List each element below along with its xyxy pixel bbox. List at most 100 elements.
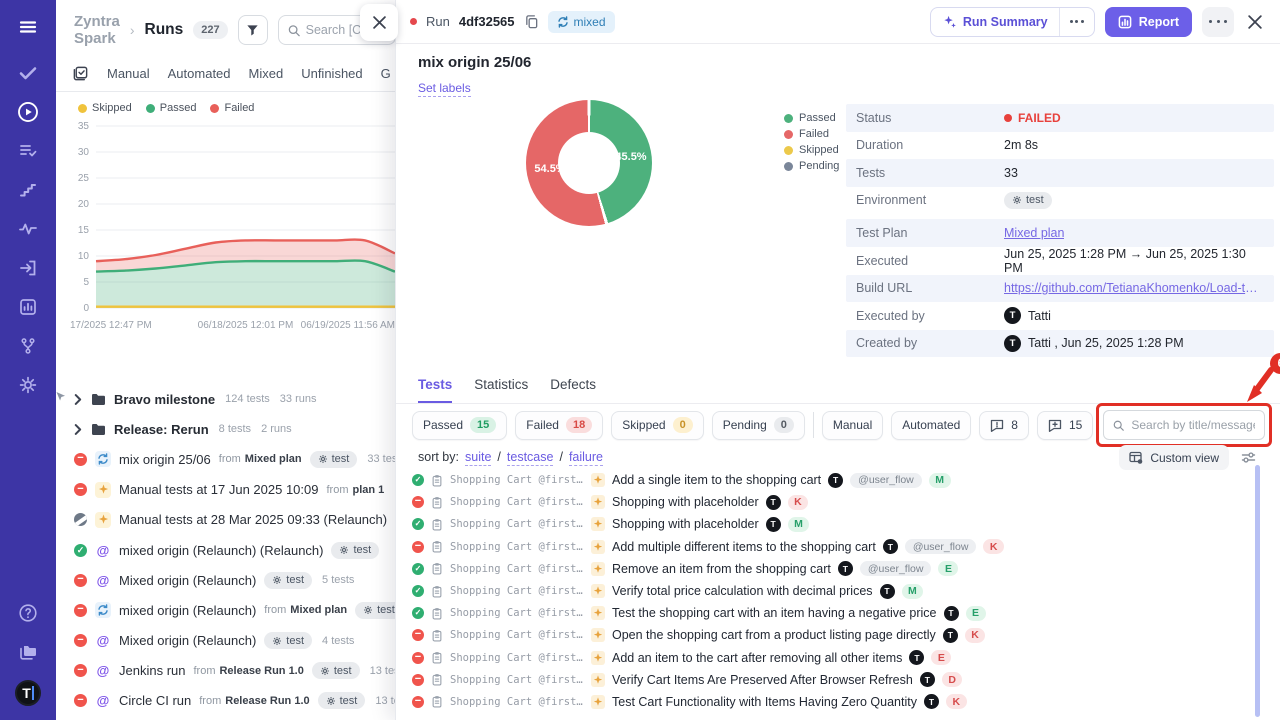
plan-name[interactable]: Release Run 1.0: [225, 695, 309, 707]
test-row[interactable]: Shopping Cart @first… Add multiple diffe…: [412, 536, 1252, 558]
plan-name[interactable]: Mixed plan: [290, 604, 347, 616]
run-title[interactable]: Mixed origin (Relaunch): [119, 633, 256, 648]
test-suite[interactable]: Shopping Cart @first…: [450, 629, 584, 641]
test-row[interactable]: Shopping Cart @first… Verify Cart Items …: [412, 669, 1252, 691]
run-row[interactable]: Manual tests at 28 Mar 2025 09:33 (Relau…: [56, 505, 408, 535]
run-row[interactable]: mix origin 25/06 fromMixed plan test 33 …: [56, 444, 408, 474]
chevron-right-icon[interactable]: [74, 424, 83, 435]
run-row[interactable]: Mixed origin (Relaunch) from test 5 test…: [56, 565, 408, 595]
filter-passed[interactable]: Passed15: [412, 411, 507, 440]
test-title[interactable]: Verify total price calculation with deci…: [612, 584, 873, 598]
sort-failure-link[interactable]: failure: [569, 450, 603, 466]
test-row[interactable]: Shopping Cart @first… Test the shopping …: [412, 602, 1252, 624]
run-summary-button[interactable]: Run Summary: [930, 7, 1095, 37]
run-title[interactable]: mixed origin (Relaunch): [119, 603, 256, 618]
test-suite[interactable]: Shopping Cart @first…: [450, 541, 584, 553]
tab-automated[interactable]: Automated: [168, 66, 231, 81]
test-row[interactable]: Shopping Cart @first… Test Cart Function…: [412, 691, 1252, 713]
test-suite[interactable]: Shopping Cart @first…: [450, 496, 584, 508]
tab-defects[interactable]: Defects: [550, 377, 596, 403]
run-title[interactable]: mixed origin (Relaunch) (Relaunch): [119, 543, 323, 558]
test-title[interactable]: Add a single item to the shopping cart: [612, 473, 821, 487]
import-icon[interactable]: [17, 257, 39, 279]
set-labels-link[interactable]: Set labels: [418, 81, 471, 97]
test-title[interactable]: Test the shopping cart with an item havi…: [612, 606, 937, 620]
run-row[interactable]: Release: Rerun from 8 tests 2 runs: [56, 414, 408, 444]
sort-testcase-link[interactable]: testcase: [507, 450, 554, 466]
run-row[interactable]: Jenkins run fromRelease Run 1.0 test 13 …: [56, 656, 408, 686]
menu-icon[interactable]: [17, 16, 39, 38]
pulse-icon[interactable]: [17, 218, 39, 240]
test-suite[interactable]: Shopping Cart @first…: [450, 474, 584, 486]
filter-skipped[interactable]: Skipped0: [611, 411, 704, 440]
filter-button[interactable]: [238, 15, 268, 45]
test-suite[interactable]: Shopping Cart @first…: [450, 652, 584, 664]
filter-failed[interactable]: Failed18: [515, 411, 603, 440]
test-row[interactable]: Shopping Cart @first… Add an item to the…: [412, 647, 1252, 669]
drawer-close-button[interactable]: [1244, 11, 1266, 33]
tab-statistics[interactable]: Statistics: [474, 377, 528, 403]
test-search[interactable]: [1103, 410, 1265, 440]
test-title[interactable]: Shopping with placeholder: [612, 495, 759, 509]
test-row[interactable]: Shopping Cart @first… Verify total price…: [412, 580, 1252, 602]
tab-mixed[interactable]: Mixed: [249, 66, 284, 81]
run-title[interactable]: Manual tests at 17 Jun 2025 10:09: [119, 482, 318, 497]
play-circle-icon[interactable]: [17, 101, 39, 123]
plan-name[interactable]: plan 1: [352, 484, 384, 496]
filter-comments[interactable]: 8: [979, 411, 1029, 440]
filter-manual[interactable]: Manual: [822, 411, 883, 440]
test-title[interactable]: Test Cart Functionality with Items Havin…: [612, 695, 917, 709]
test-row[interactable]: Shopping Cart @first… Remove an item fro…: [412, 558, 1252, 580]
test-suite[interactable]: Shopping Cart @first…: [450, 518, 584, 530]
gear-icon[interactable]: [17, 374, 39, 396]
plan-name[interactable]: Release Run 1.0: [219, 665, 303, 677]
reports-icon[interactable]: [17, 296, 39, 318]
run-title[interactable]: Mixed origin (Relaunch): [119, 573, 256, 588]
tab-manual[interactable]: Manual: [107, 66, 150, 81]
tab-grouped[interactable]: G: [381, 66, 391, 81]
test-row[interactable]: Shopping Cart @first… Shopping with plac…: [412, 513, 1252, 535]
test-title[interactable]: Add multiple different items to the shop…: [612, 540, 876, 554]
more-options-button[interactable]: [1202, 7, 1234, 37]
report-button[interactable]: Report: [1105, 7, 1192, 37]
filter-automated[interactable]: Automated: [891, 411, 971, 440]
copy-icon[interactable]: [524, 14, 539, 29]
run-title[interactable]: Bravo milestone: [114, 392, 215, 407]
projects-icon[interactable]: [17, 641, 39, 663]
run-title[interactable]: Jenkins run: [119, 663, 185, 678]
sort-suite-link[interactable]: suite: [465, 450, 491, 466]
branch-icon[interactable]: [17, 335, 39, 357]
test-title[interactable]: Shopping with placeholder: [612, 517, 759, 531]
breadcrumb-brand[interactable]: Zyntra Spark: [74, 13, 120, 47]
list-check-icon[interactable]: [17, 140, 39, 162]
run-title[interactable]: Release: Rerun: [114, 422, 209, 437]
test-search-input[interactable]: [1131, 418, 1255, 432]
test-suite[interactable]: Shopping Cart @first…: [450, 563, 584, 575]
run-title[interactable]: mix origin 25/06: [119, 452, 211, 467]
run-title[interactable]: Circle CI run: [119, 693, 191, 708]
chevron-right-icon[interactable]: [74, 394, 83, 405]
test-row[interactable]: Shopping Cart @first… Open the shopping …: [412, 624, 1252, 646]
test-suite[interactable]: Shopping Cart @first…: [450, 696, 584, 708]
filter-comments-new[interactable]: 15: [1037, 411, 1093, 440]
select-runs-icon[interactable]: [72, 65, 89, 82]
custom-view-button[interactable]: Custom view: [1119, 445, 1229, 470]
panel-close-button[interactable]: [360, 4, 398, 41]
run-row[interactable]: Circle CI run fromRelease Run 1.0 test 1…: [56, 686, 408, 716]
sliders-icon[interactable]: [1241, 451, 1256, 464]
test-title[interactable]: Remove an item from the shopping cart: [612, 562, 831, 576]
test-row[interactable]: Shopping Cart @first… Add a single item …: [412, 469, 1252, 491]
test-suite[interactable]: Shopping Cart @first…: [450, 607, 584, 619]
run-row[interactable]: mixed origin (Relaunch) fromMixed plan t…: [56, 595, 408, 625]
test-title[interactable]: Add an item to the cart after removing a…: [612, 651, 902, 665]
check-icon[interactable]: [17, 62, 39, 84]
plan-name[interactable]: Mixed plan: [245, 453, 302, 465]
test-suite[interactable]: Shopping Cart @first…: [450, 585, 584, 597]
detail-link[interactable]: https://github.com/TetianaKhomenko/Load-…: [1004, 281, 1264, 295]
test-row[interactable]: Shopping Cart @first… Shopping with plac…: [412, 491, 1252, 513]
test-suite[interactable]: Shopping Cart @first…: [450, 674, 584, 686]
run-row[interactable]: Manual tests at 17 Jun 2025 10:09 frompl…: [56, 475, 408, 505]
detail-link[interactable]: Mixed plan: [1004, 226, 1064, 240]
run-row[interactable]: Bravo milestone from 124 tests 33 runs: [56, 384, 408, 414]
brand-logo[interactable]: T: [15, 680, 41, 706]
